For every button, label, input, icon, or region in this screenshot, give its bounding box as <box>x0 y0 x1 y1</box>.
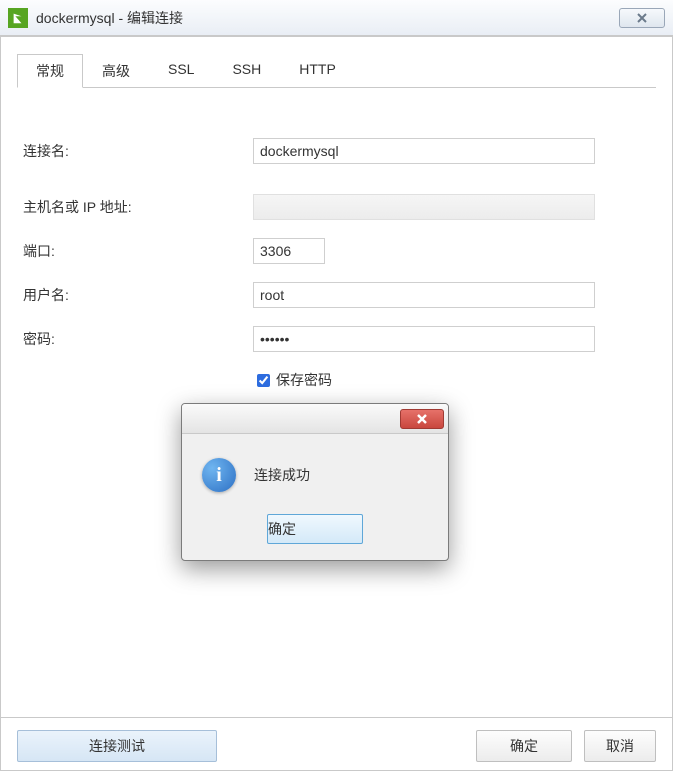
close-icon <box>416 414 428 424</box>
tab-http[interactable]: HTTP <box>280 54 355 88</box>
tabbar: 常规 高级 SSL SSH HTTP <box>17 53 656 88</box>
ok-button[interactable]: 确定 <box>476 730 572 762</box>
app-icon <box>8 8 28 28</box>
port-label: 端口: <box>23 241 253 261</box>
tab-advanced[interactable]: 高级 <box>83 54 149 88</box>
conn-name-input[interactable] <box>253 138 595 164</box>
cancel-button[interactable]: 取消 <box>584 730 656 762</box>
user-input[interactable] <box>253 282 595 308</box>
save-password-label: 保存密码 <box>276 370 332 390</box>
message-dialog-close-button[interactable] <box>400 409 444 429</box>
window-titlebar: dockermysql - 编辑连接 <box>0 0 673 36</box>
password-label: 密码: <box>23 329 253 349</box>
user-label: 用户名: <box>23 285 253 305</box>
form-general: 连接名: 主机名或 IP 地址: 端口: 用户名: 密码: 保存密码 <box>17 88 656 390</box>
message-dialog-text: 连接成功 <box>254 465 310 485</box>
port-input[interactable] <box>253 238 325 264</box>
host-label: 主机名或 IP 地址: <box>23 197 253 217</box>
conn-name-label: 连接名: <box>23 141 253 161</box>
host-input[interactable] <box>253 194 595 220</box>
save-password-checkbox[interactable] <box>257 374 270 387</box>
tab-ssh[interactable]: SSH <box>213 54 280 88</box>
message-dialog-titlebar <box>182 404 448 434</box>
test-connection-button[interactable]: 连接测试 <box>17 730 217 762</box>
info-icon: i <box>202 458 236 492</box>
bottom-button-bar: 连接测试 确定 取消 <box>1 717 672 770</box>
tab-general[interactable]: 常规 <box>17 54 83 88</box>
tab-ssl[interactable]: SSL <box>149 54 213 88</box>
password-input[interactable] <box>253 326 595 352</box>
message-dialog-ok-button[interactable]: 确定 <box>267 514 363 544</box>
dialog-content: 常规 高级 SSL SSH HTTP 连接名: 主机名或 IP 地址: 端口: … <box>0 36 673 771</box>
message-dialog: i 连接成功 确定 <box>181 403 449 561</box>
window-close-button[interactable] <box>619 8 665 28</box>
window-title: dockermysql - 编辑连接 <box>36 8 619 28</box>
close-icon <box>636 13 648 23</box>
